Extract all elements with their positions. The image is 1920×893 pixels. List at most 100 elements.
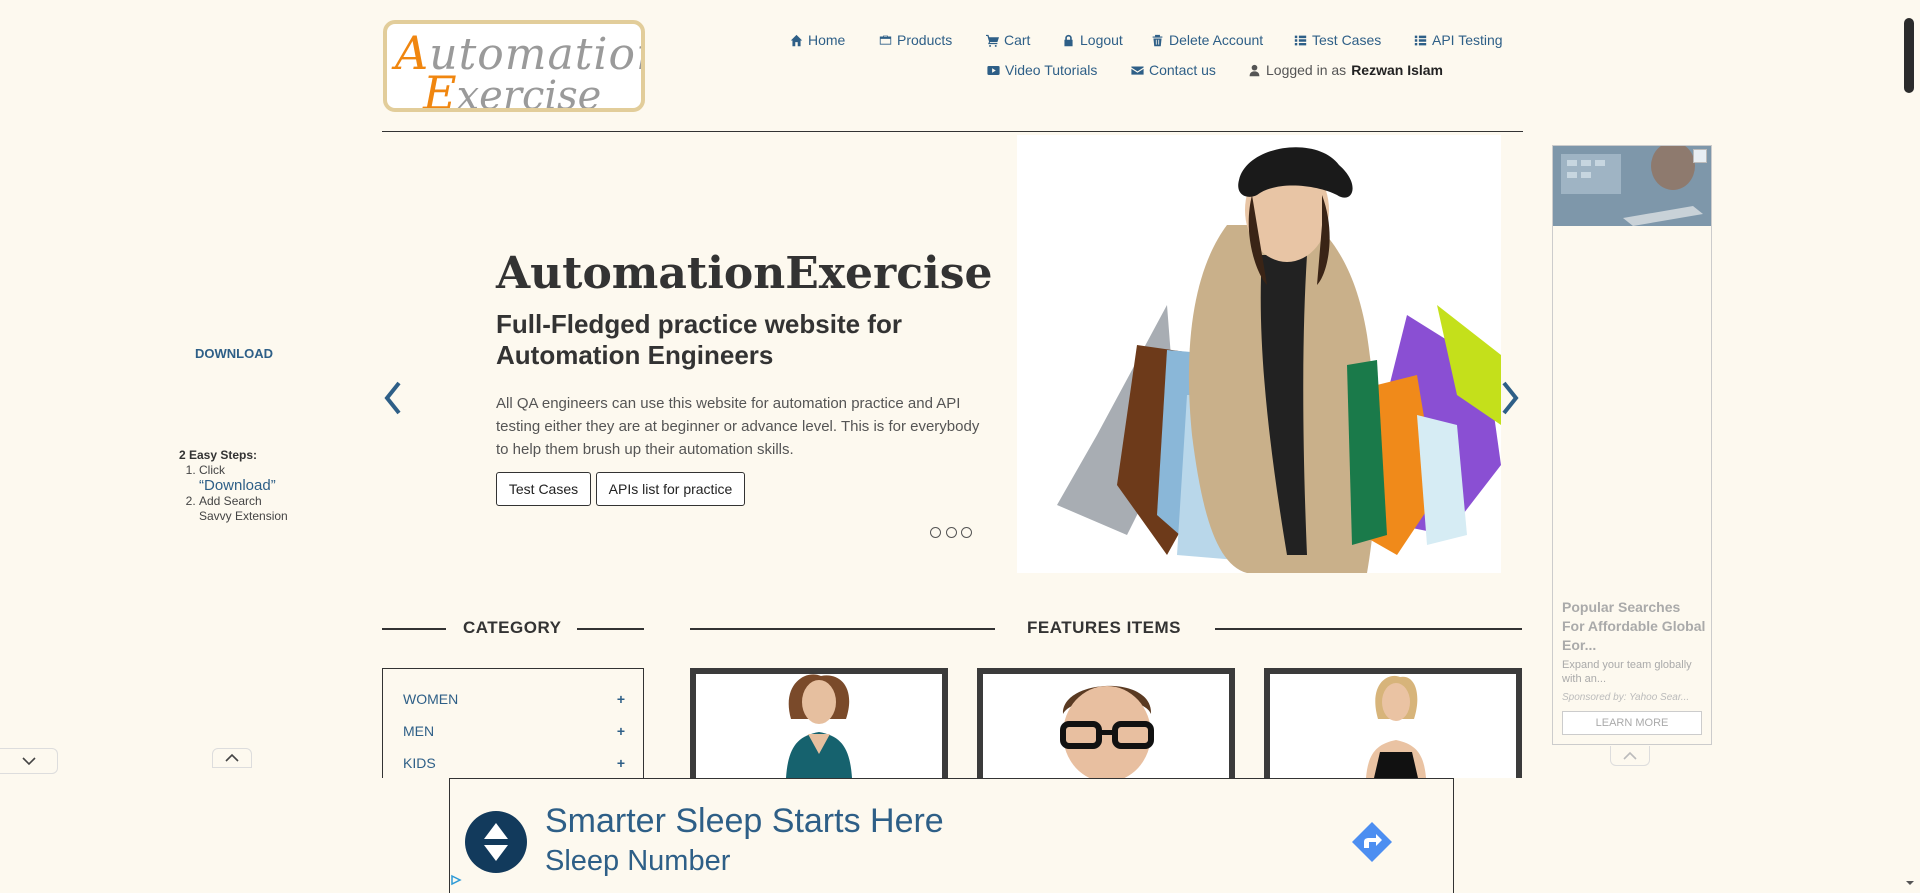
nav-products-label: Products [897, 32, 953, 48]
slider-dot-1[interactable] [930, 527, 941, 538]
sleep-number-logo-icon [465, 811, 527, 873]
list-icon [1294, 35, 1307, 45]
youtube-play-icon [987, 65, 1000, 75]
features-heading-line-left [690, 628, 995, 630]
scrollbar-thumb[interactable] [1904, 18, 1914, 93]
category-label: MEN [403, 723, 435, 739]
logged-in-prefix: Logged in as [1266, 62, 1347, 78]
header-divider [382, 131, 1523, 132]
product-image-woman-black-top [1270, 674, 1516, 778]
product-card-2[interactable] [977, 668, 1235, 778]
nav-home-label: Home [808, 32, 846, 48]
lock-icon [1064, 34, 1073, 46]
nav-test-cases-label: Test Cases [1312, 32, 1382, 48]
chevron-up-icon [225, 753, 239, 762]
category-label: WOMEN [403, 691, 459, 707]
directions-arrow-icon[interactable] [1350, 820, 1394, 864]
slider-image-woman-shopping-bags [1017, 135, 1501, 573]
slider-dot-3[interactable] [961, 527, 972, 538]
steps-title: 2 Easy Steps: [179, 448, 258, 462]
ad-description: Expand your team globally with an... [1562, 659, 1692, 685]
chevron-right-icon [1502, 381, 1519, 415]
step-1-prefix: Click [199, 463, 225, 477]
nav-cart[interactable]: Cart [986, 32, 1030, 48]
easy-steps-ad: 2 Easy Steps: Click“Download” Add Search… [179, 448, 289, 524]
category-label: KIDS [403, 755, 436, 771]
slider-subtitle: Full-Fledged practice website for Automa… [496, 309, 902, 370]
category-panel: WOMEN + MEN + KIDS + [382, 668, 644, 778]
ad-choices-icon[interactable] [1693, 149, 1707, 163]
logo-cap-e: E [423, 66, 457, 112]
cart-icon [986, 34, 999, 47]
ad-brand: Sleep Number [545, 845, 731, 877]
features-heading-line-right [1215, 628, 1522, 630]
nav-delete-account-label: Delete Account [1169, 32, 1264, 48]
test-cases-button[interactable]: Test Cases [496, 472, 591, 506]
logo-word-2: xercise [456, 73, 602, 112]
features-heading: FEATURES ITEMS [1027, 618, 1182, 637]
logged-in-username: Rezwan Islam [1351, 62, 1444, 78]
bottom-ad[interactable]: Smarter Sleep Starts Here Sleep Number [449, 778, 1454, 893]
ad-sponsor: Sponsored by: Yahoo Sear... [1562, 692, 1690, 703]
ad-title[interactable]: Popular Searches For Affordable Global E… [1562, 598, 1706, 655]
nav-api-testing-label: API Testing [1432, 32, 1503, 48]
product-image-man-glasses [983, 674, 1229, 778]
nav-logout[interactable]: Logout [1062, 32, 1123, 48]
download-link[interactable]: DOWNLOAD [195, 346, 273, 361]
category-heading-line-left [382, 628, 446, 630]
nav-test-cases[interactable]: Test Cases [1294, 32, 1381, 48]
nav-contact-us[interactable]: Contact us [1131, 62, 1216, 78]
plus-icon: + [616, 723, 625, 739]
category-item-women[interactable]: WOMEN + [403, 691, 625, 707]
product-image-woman-cardigan [696, 674, 942, 778]
up-down-arrows-icon [484, 823, 508, 861]
nav-logout-label: Logout [1080, 32, 1123, 48]
nav-video-tutorials-label: Video Tutorials [1005, 62, 1098, 78]
ad-headline[interactable]: Smarter Sleep Starts Here [545, 802, 944, 841]
collapse-ad-button[interactable] [0, 748, 58, 774]
slider-dot-2[interactable] [946, 527, 957, 538]
slider-title: AutomationExercise [496, 248, 993, 299]
right-ad[interactable]: Popular Searches For Affordable Global E… [1552, 145, 1712, 745]
slider-description: All QA engineers can use this website fo… [496, 395, 980, 458]
list-icon [1414, 35, 1427, 45]
category-item-kids[interactable]: KIDS + [403, 755, 625, 771]
chevron-down-icon [21, 757, 36, 766]
apis-list-button[interactable]: APIs list for practice [596, 472, 745, 506]
site-logo[interactable]: Automation Exercise [383, 20, 645, 112]
chevron-up-icon [1623, 751, 1637, 760]
learn-more-button[interactable]: LEARN MORE [1562, 711, 1702, 735]
nav-products[interactable]: Products [879, 32, 952, 48]
home-icon [790, 34, 803, 46]
nav-contact-us-label: Contact us [1149, 62, 1216, 78]
plus-icon: + [616, 691, 625, 707]
ad-choices-icon[interactable] [450, 874, 462, 886]
logged-in-user: Logged in as Rezwan Islam [1248, 62, 1443, 78]
slider-next-arrow[interactable] [1498, 378, 1522, 418]
nav-delete-account[interactable]: Delete Account [1151, 32, 1263, 48]
nav-home[interactable]: Home [790, 32, 845, 48]
product-card-3[interactable] [1264, 668, 1522, 778]
plus-icon: + [616, 755, 625, 771]
user-icon [1249, 64, 1260, 76]
step-2: Add Search Savvy Extension [199, 494, 289, 524]
step-1-download-link[interactable]: “Download” [199, 477, 276, 494]
envelope-icon [1131, 65, 1144, 75]
category-heading-line-right [577, 628, 644, 630]
expand-ad-button[interactable] [212, 748, 252, 768]
chevron-left-icon [384, 381, 401, 415]
collapse-right-ad-button[interactable] [1610, 746, 1650, 766]
product-card-1[interactable] [690, 668, 948, 778]
trash-icon [1152, 34, 1163, 46]
scroll-down-arrow-icon[interactable] [1906, 879, 1914, 887]
category-item-men[interactable]: MEN + [403, 723, 625, 739]
woman-shopping-illustration [1017, 135, 1501, 573]
category-heading: CATEGORY [463, 618, 562, 637]
nav-api-testing[interactable]: API Testing [1414, 32, 1503, 48]
ad-image [1553, 146, 1711, 226]
slider-prev-arrow[interactable] [381, 378, 405, 418]
ad-tech-illustration [1553, 146, 1711, 226]
nav-cart-label: Cart [1004, 32, 1031, 48]
briefcase-icon [879, 35, 892, 45]
nav-video-tutorials[interactable]: Video Tutorials [987, 62, 1097, 78]
